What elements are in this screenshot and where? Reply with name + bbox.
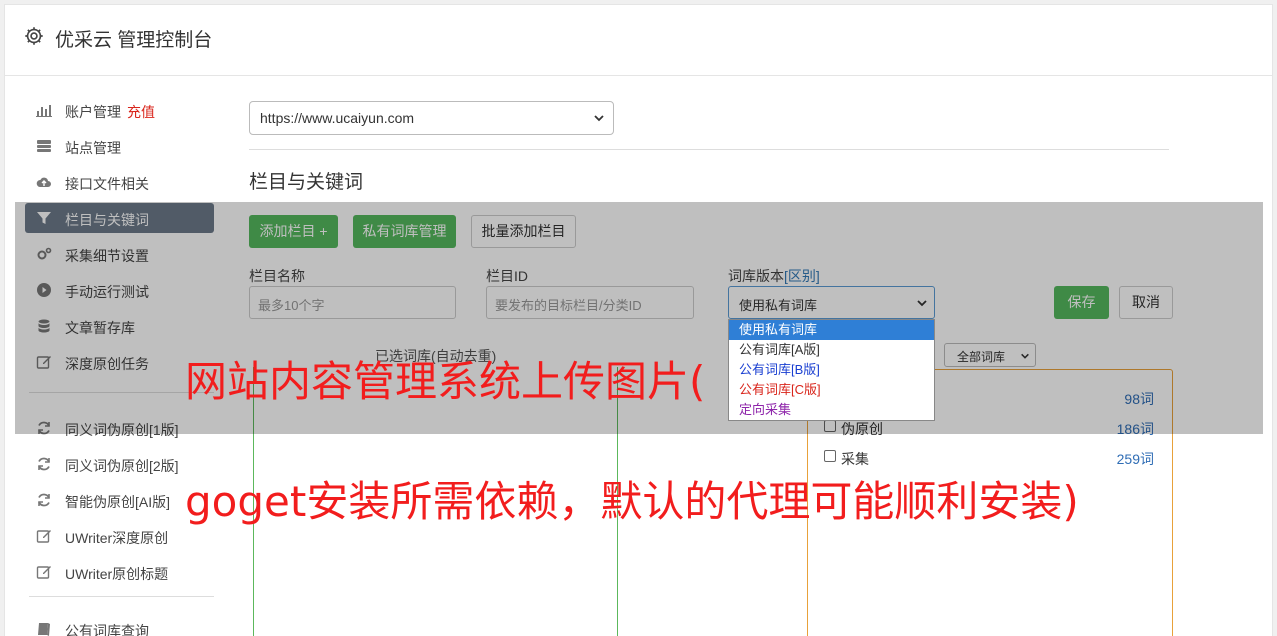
sidebar-item-columns[interactable]: 栏目与关键词 <box>25 203 214 233</box>
database-icon <box>38 319 50 333</box>
add-column-button[interactable]: 添加栏目 + <box>249 215 338 248</box>
lib-row-count: 98词 <box>1124 391 1154 407</box>
site-select[interactable]: https://www.ucaiyun.com <box>249 101 614 135</box>
lib-row[interactable]: 采集 259词 <box>824 447 1154 469</box>
batch-add-button[interactable]: 批量添加栏目 <box>471 215 576 248</box>
header: 优采云 管理控制台 <box>5 5 1272 76</box>
sidebar-item-uwriter-title[interactable]: UWriter原创标题 <box>25 557 214 587</box>
lib-version-label: 词库版本[区别] <box>728 266 820 286</box>
column-id-label: 栏目ID <box>486 268 528 284</box>
sidebar-item-article-store[interactable]: 文章暂存库 <box>25 311 214 341</box>
refresh-icon <box>38 457 50 471</box>
cancel-button[interactable]: 取消 <box>1119 286 1173 319</box>
dropdown-option[interactable]: 公有词库[C版] <box>729 380 934 400</box>
lib-version-value: 使用私有词库 <box>739 298 818 313</box>
sidebar-item-label: 采集细节设置 <box>65 248 149 264</box>
lib-row-count: 186词 <box>1116 421 1154 437</box>
server-icon <box>37 140 51 152</box>
chevron-down-icon <box>917 300 927 307</box>
overlay-caption-line2: goget安装所需依赖，默认的代理可能顺利安装) <box>185 477 1079 526</box>
lib-version-label-text: 词库版本 <box>728 268 784 284</box>
sidebar-item-label: UWriter深度原创 <box>65 530 169 546</box>
dropdown-option[interactable]: 公有词库[B版] <box>729 360 934 380</box>
play-circle-icon <box>37 283 51 297</box>
overlay-caption-line1: 网站内容管理系统上传图片( <box>185 357 706 406</box>
sidebar-item-synonym-v1[interactable]: 同义词伪原创[1版] <box>25 413 214 443</box>
lib-row-name: 采集 <box>841 451 869 467</box>
column-name-label: 栏目名称 <box>249 268 305 284</box>
bar-chart-icon <box>36 105 52 117</box>
console-title: 优采云 管理控制台 <box>55 30 213 51</box>
lib-version-select[interactable]: 使用私有词库 <box>728 286 935 319</box>
save-button[interactable]: 保存 <box>1054 286 1109 319</box>
sidebar-divider <box>29 596 214 597</box>
lib-row-checkbox[interactable] <box>824 420 836 432</box>
gear-icon <box>25 27 43 45</box>
sidebar-item-account[interactable]: 账户管理 充值 <box>25 95 214 125</box>
refresh-icon <box>38 493 50 507</box>
lib-filter-value: 全部词库 <box>957 350 1006 364</box>
cogs-icon <box>37 247 52 260</box>
dropdown-option[interactable]: 使用私有词库 <box>729 320 934 340</box>
sidebar-item-label: 同义词伪原创[2版] <box>65 458 179 474</box>
sidebar-item-label: 同义词伪原创[1版] <box>65 422 179 438</box>
edit-icon <box>36 530 51 543</box>
chevron-down-icon <box>1021 353 1029 359</box>
sidebar-item-label: 接口文件相关 <box>65 176 149 192</box>
sidebar-item-public-lib[interactable]: 公有词库查询 <box>25 614 214 636</box>
column-id-input[interactable]: 要发布的目标栏目/分类ID <box>486 286 694 319</box>
dropdown-option[interactable]: 定向采集 <box>729 400 934 420</box>
column-name-input[interactable]: 最多10个字 <box>249 286 456 319</box>
dropdown-option[interactable]: 公有词库[A版] <box>729 340 934 360</box>
edit-icon <box>36 356 51 369</box>
cloud-upload-icon <box>36 177 51 187</box>
sidebar-item-label: 智能伪原创[AI版] <box>65 494 171 510</box>
sidebar-item-label: 文章暂存库 <box>65 320 135 336</box>
sidebar-item-label: 手动运行测试 <box>65 284 149 300</box>
sidebar-item-collect-settings[interactable]: 采集细节设置 <box>25 239 214 269</box>
lib-row-name: 伪原创 <box>841 421 883 437</box>
site-select-value: https://www.ucaiyun.com <box>260 110 415 126</box>
lib-row-count: 259词 <box>1116 451 1154 467</box>
sidebar-item-label: UWriter原创标题 <box>65 566 169 582</box>
console-card: 优采云 管理控制台 账户管理 充值 站点管理 接口文件相关 栏目与关键词 采集细节… <box>4 4 1273 636</box>
sidebar-item-label: 账户管理 <box>65 104 121 120</box>
edit-icon <box>36 566 51 579</box>
lib-version-dropdown: 使用私有词库 公有词库[A版] 公有词库[B版] 公有词库[C版] 定向采集 <box>728 319 935 421</box>
filter-icon <box>37 212 51 224</box>
section-title: 栏目与关键词 <box>249 172 364 193</box>
private-lib-button[interactable]: 私有词库管理 <box>353 215 456 248</box>
sidebar-item-manual-run[interactable]: 手动运行测试 <box>25 275 214 305</box>
sidebar-item-label: 栏目与关键词 <box>65 212 149 228</box>
sidebar-item-label: 深度原创任务 <box>65 356 149 372</box>
refresh-icon <box>38 421 50 435</box>
sidebar-item-interface[interactable]: 接口文件相关 <box>25 167 214 197</box>
recharge-link[interactable]: 充值 <box>127 104 155 120</box>
lib-row-checkbox[interactable] <box>824 450 836 462</box>
sidebar-item-label: 站点管理 <box>65 140 121 156</box>
sidebar-item-sites[interactable]: 站点管理 <box>25 131 214 161</box>
lib-diff-link[interactable]: [区别] <box>784 268 820 284</box>
sidebar-item-label: 公有词库查询 <box>65 623 149 636</box>
divider <box>249 149 1169 150</box>
book-icon <box>38 623 50 636</box>
chevron-down-icon <box>594 115 604 122</box>
lib-filter-select[interactable]: 全部词库 <box>944 343 1036 367</box>
